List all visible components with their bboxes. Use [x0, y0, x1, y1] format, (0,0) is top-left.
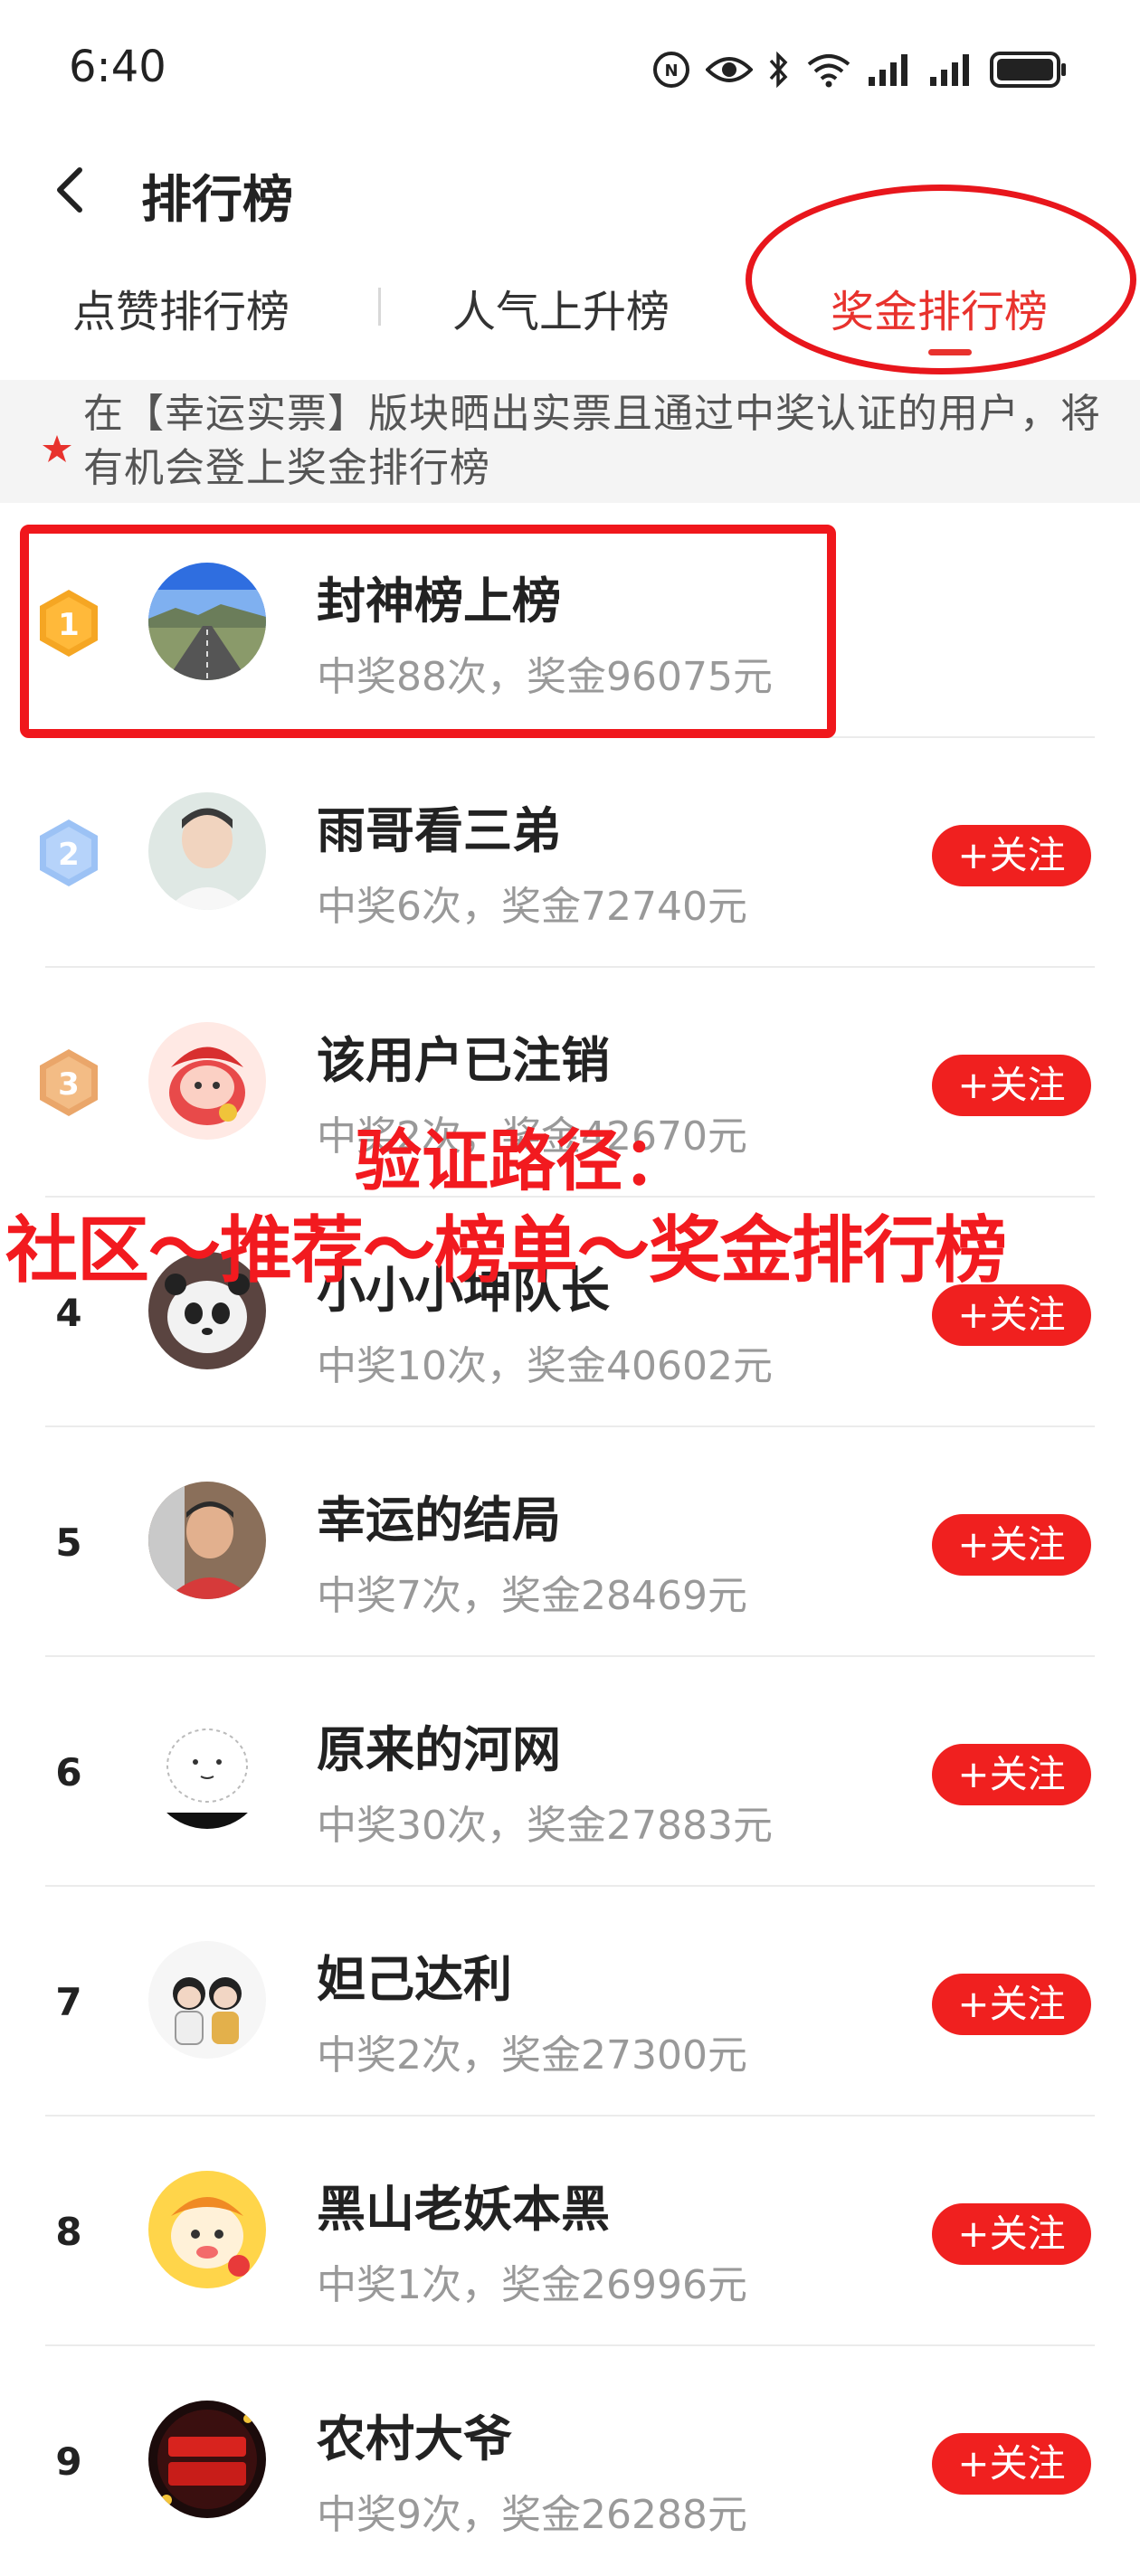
annotation-circle	[746, 185, 1136, 374]
rank-number: 9	[55, 2439, 82, 2484]
user-name[interactable]: 原来的河网	[317, 1709, 561, 1781]
rank-number: 8	[55, 2210, 82, 2254]
signal-icon	[869, 54, 907, 86]
avatar[interactable]	[148, 1482, 266, 1599]
list-item[interactable]: 7 妲己达利 中奖2次，奖金27300元 +关注	[0, 1887, 1140, 2117]
avatar[interactable]	[148, 1711, 266, 1829]
eye-icon	[706, 57, 753, 82]
tab-likes-ranking[interactable]: 点赞排行榜	[72, 276, 290, 339]
user-stats: 中奖6次，奖金72740元	[317, 884, 747, 930]
battery-icon	[990, 52, 1066, 88]
rank-badge-bronze-icon: 3	[40, 1049, 98, 1116]
user-name[interactable]: 黑山老妖本黑	[317, 2169, 610, 2240]
list-item[interactable]: 9 农村大爷 中奖9次，奖金26288元 +关注	[0, 2346, 1140, 2576]
avatar[interactable]	[148, 792, 266, 910]
user-stats: 中奖7次，奖金28469元	[317, 1573, 747, 1619]
page-title: 排行榜	[141, 171, 293, 230]
follow-button[interactable]: +关注	[932, 825, 1091, 886]
bluetooth-icon	[769, 51, 788, 89]
alarm-icon: N	[653, 52, 689, 88]
tab-divider	[378, 288, 381, 326]
svg-text:2: 2	[58, 837, 80, 873]
signal-icon	[930, 54, 969, 86]
user-stats: 中奖2次，奖金27300元	[317, 2032, 747, 2079]
annotation-path: 社区～推荐～榜单～奖金排行榜	[5, 1208, 1007, 1293]
wifi-icon	[807, 54, 850, 88]
user-name[interactable]: 雨哥看三弟	[317, 791, 561, 862]
user-stats: 中奖30次，奖金27883元	[317, 1803, 773, 1849]
annotation-highlight-box	[20, 525, 836, 738]
star-icon	[43, 435, 71, 462]
notice-text: 在【幸运实票】版块晒出实票且通过中奖认证的用户，将有机会登上奖金排行榜	[83, 391, 1101, 491]
svg-text:N: N	[664, 62, 678, 80]
rank-number: 7	[55, 1980, 82, 2024]
user-name[interactable]: 幸运的结局	[317, 1480, 561, 1551]
tab-popularity-ranking[interactable]: 人气上升榜	[452, 276, 670, 339]
follow-button[interactable]: +关注	[932, 2203, 1091, 2265]
list-item[interactable]: 2 雨哥看三弟 中奖6次，奖金72740元 +关注	[0, 738, 1140, 968]
list-item[interactable]: 6 原来的河网 中奖30次，奖金27883元 +关注	[0, 1657, 1140, 1887]
follow-button[interactable]: +关注	[932, 1744, 1091, 1805]
user-name[interactable]: 妲己达利	[317, 1939, 512, 2011]
rank-badge-silver-icon: 2	[40, 819, 98, 886]
avatar[interactable]	[148, 2401, 266, 2518]
list-item[interactable]: 5 幸运的结局 中奖7次，奖金28469元 +关注	[0, 1427, 1140, 1657]
back-arrow-icon[interactable]	[47, 163, 98, 217]
status-time: 6:40	[69, 42, 166, 92]
follow-button[interactable]: +关注	[932, 1514, 1091, 1576]
user-stats: 中奖9次，奖金26288元	[317, 2492, 747, 2538]
rank-number: 4	[55, 1291, 82, 1335]
annotation-caption: 验证路径：	[355, 1122, 689, 1200]
follow-button[interactable]: +关注	[932, 1974, 1091, 2035]
svg-text:3: 3	[58, 1066, 80, 1103]
avatar[interactable]	[148, 1022, 266, 1140]
avatar[interactable]	[148, 1941, 266, 2059]
rank-number: 5	[55, 1520, 82, 1565]
status-bar: 6:40 N	[0, 0, 1140, 145]
follow-button[interactable]: +关注	[932, 1055, 1091, 1116]
rank-number: 6	[55, 1750, 82, 1795]
user-name[interactable]: 农村大爷	[317, 2399, 512, 2470]
status-icons: N	[651, 47, 1068, 92]
user-name[interactable]: 该用户已注销	[317, 1020, 610, 1092]
user-stats: 中奖1次，奖金26996元	[317, 2262, 747, 2308]
list-item[interactable]: 8 黑山老妖本黑 中奖1次，奖金26996元 +关注	[0, 2117, 1140, 2346]
user-stats: 中奖10次，奖金40602元	[317, 1343, 773, 1389]
follow-button[interactable]: +关注	[932, 2433, 1091, 2495]
avatar[interactable]	[148, 2171, 266, 2288]
